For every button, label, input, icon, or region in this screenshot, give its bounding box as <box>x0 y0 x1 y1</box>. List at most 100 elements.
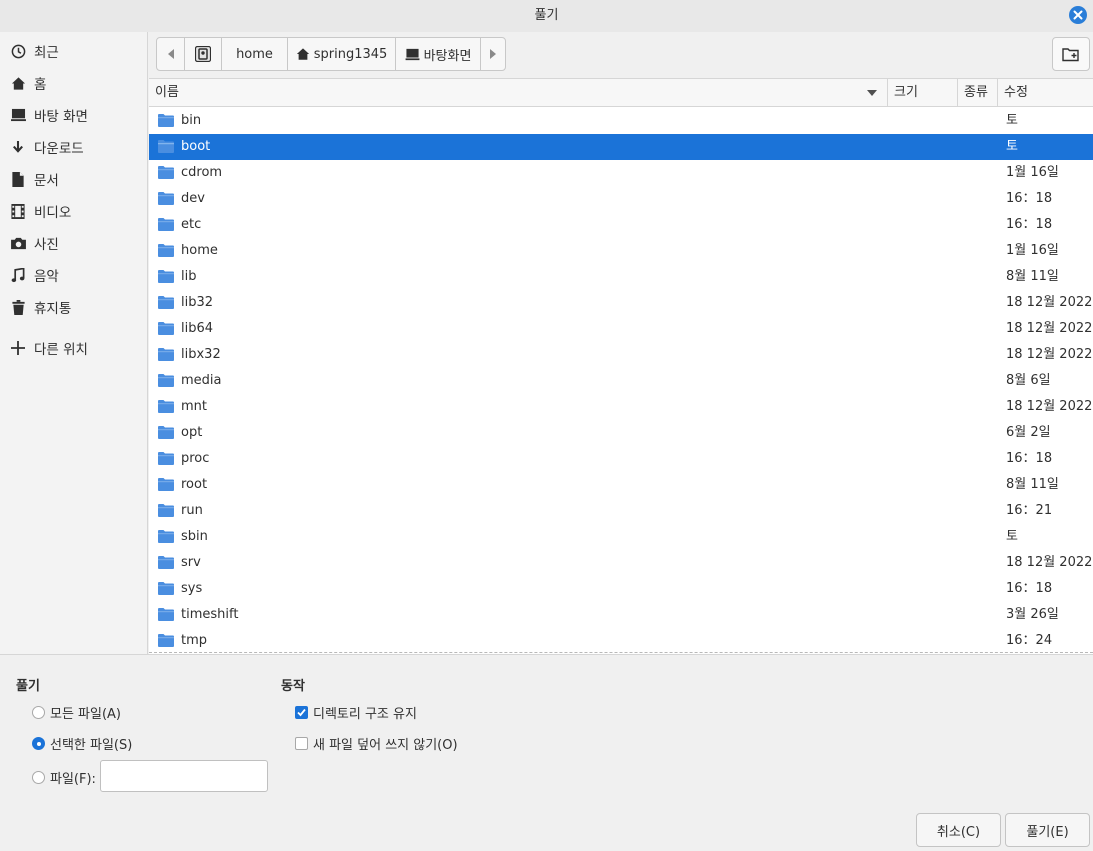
path-forward-button[interactable] <box>481 38 505 70</box>
table-row[interactable]: lib64 18 12월 2022 <box>149 316 1093 342</box>
file-name: cdrom <box>181 165 223 180</box>
file-modified: 1월 16일 <box>1006 243 1059 258</box>
path-segment-label: spring1345 <box>313 46 388 62</box>
table-row[interactable]: lib32 18 12월 2022 <box>149 290 1093 316</box>
path-segment-root[interactable] <box>185 38 222 70</box>
column-size[interactable]: 크기 <box>888 79 958 107</box>
sidebar-item-documents[interactable]: 문서 <box>0 166 147 192</box>
all-files-label: 모든 파일(A) <box>50 707 122 722</box>
plus-icon <box>10 340 26 356</box>
folder-icon <box>158 530 174 543</box>
file-modified: 3월 26일 <box>1006 607 1059 622</box>
checkbox-indicator <box>295 706 308 719</box>
table-row[interactable]: mnt 18 12월 2022 <box>149 394 1093 420</box>
sidebar-item-label: 홈 <box>34 77 47 93</box>
table-row[interactable]: boot 토 <box>149 134 1093 160</box>
path-bar: home spring1345 바탕화면 <box>156 37 506 71</box>
folder-icon <box>158 140 174 153</box>
sidebar-item-home[interactable]: 홈 <box>0 70 147 96</box>
table-row[interactable]: timeshift 3월 26일 <box>149 602 1093 628</box>
file-modified: 18 12월 2022 <box>1006 321 1093 336</box>
file-modified: 16：21 <box>1006 503 1053 518</box>
selected-files-label: 선택한 파일(S) <box>50 738 133 753</box>
no-overwrite-checkbox[interactable]: 새 파일 덮어 쓰지 않기(O) <box>295 734 458 753</box>
radio-indicator <box>32 706 45 719</box>
table-row[interactable]: sbin 토 <box>149 524 1093 550</box>
table-row[interactable]: run 16：21 <box>149 498 1093 524</box>
path-segment-label: home <box>236 46 273 62</box>
path-segment-user[interactable]: spring1345 <box>288 38 396 70</box>
table-row[interactable]: dev 16：18 <box>149 186 1093 212</box>
table-row[interactable]: tmp 16：24 <box>149 628 1093 654</box>
table-row[interactable]: opt 6월 2일 <box>149 420 1093 446</box>
sidebar-item-trash[interactable]: 휴지통 <box>0 294 147 320</box>
file-modified: 8월 6일 <box>1006 373 1051 388</box>
sidebar-item-label: 사진 <box>34 237 59 253</box>
all-files-radio[interactable]: 모든 파일(A) <box>32 703 121 722</box>
selected-files-radio[interactable]: 선택한 파일(S) <box>32 734 132 753</box>
table-row[interactable]: cdrom 1월 16일 <box>149 160 1093 186</box>
sidebar-item-other-locations[interactable]: 다른 위치 <box>0 335 147 361</box>
path-segment-home[interactable]: home <box>222 38 288 70</box>
sidebar-item-music[interactable]: 음악 <box>0 262 147 288</box>
sidebar-item-pictures[interactable]: 사진 <box>0 230 147 256</box>
table-row[interactable]: srv 18 12월 2022 <box>149 550 1093 576</box>
trash-icon <box>10 299 26 315</box>
folder-icon <box>158 166 174 179</box>
table-row[interactable]: sys 16：18 <box>149 576 1093 602</box>
table-row[interactable]: etc 16：18 <box>149 212 1093 238</box>
sidebar-item-label: 음악 <box>34 269 59 285</box>
column-header: 이름 크기 종류 수정 <box>149 79 1093 107</box>
sidebar-item-videos[interactable]: 비디오 <box>0 198 147 224</box>
table-row[interactable]: proc 16：18 <box>149 446 1093 472</box>
table-row[interactable]: home 1월 16일 <box>149 238 1093 264</box>
file-name: boot <box>181 139 211 154</box>
table-row[interactable]: media 8월 6일 <box>149 368 1093 394</box>
file-modified: 토 <box>1006 113 1018 128</box>
table-row[interactable]: libx32 18 12월 2022 <box>149 342 1093 368</box>
column-type[interactable]: 종류 <box>958 79 998 107</box>
file-name: lib <box>181 269 197 284</box>
path-segment-desktop[interactable]: 바탕화면 <box>396 38 481 70</box>
video-icon <box>10 203 26 219</box>
folder-icon <box>158 426 174 439</box>
folder-icon <box>158 634 174 647</box>
extract-button[interactable]: 풀기(E) <box>1005 813 1090 847</box>
file-modified: 1월 16일 <box>1006 165 1059 180</box>
files-pattern-input[interactable] <box>100 760 268 792</box>
file-name: opt <box>181 425 203 440</box>
table-row[interactable]: bin 토 <box>149 108 1093 134</box>
table-row[interactable]: root 8월 11일 <box>149 472 1093 498</box>
window-title: 풀기 <box>534 8 559 23</box>
cancel-button[interactable]: 취소(C) <box>916 813 1001 847</box>
files-pattern-radio[interactable]: 파일(F): <box>32 768 96 787</box>
keep-structure-checkbox[interactable]: 디렉토리 구조 유지 <box>295 703 417 722</box>
file-name: run <box>181 503 203 518</box>
file-modified: 토 <box>1006 529 1018 544</box>
radio-indicator <box>32 737 45 750</box>
music-icon <box>10 267 26 283</box>
sidebar-item-desktop[interactable]: 바탕 화면 <box>0 102 147 128</box>
actions-section-title: 동작 <box>281 679 305 694</box>
column-name[interactable]: 이름 <box>149 79 888 107</box>
sidebar-item-label: 다른 위치 <box>34 342 88 358</box>
column-size-label: 크기 <box>894 85 918 100</box>
home-icon <box>10 75 26 91</box>
clock-icon <box>10 43 26 59</box>
list-bottom-border <box>149 652 1093 653</box>
sidebar-item-downloads[interactable]: 다운로드 <box>0 134 147 160</box>
close-button[interactable] <box>1069 6 1087 24</box>
folder-icon <box>158 296 174 309</box>
file-modified: 16：18 <box>1006 581 1053 596</box>
new-folder-button[interactable] <box>1052 37 1090 71</box>
download-icon <box>10 139 26 155</box>
file-name: root <box>181 477 208 492</box>
table-row[interactable]: lib 8월 11일 <box>149 264 1093 290</box>
desktop-icon <box>10 107 26 123</box>
sidebar-item-recent[interactable]: 최근 <box>0 38 147 64</box>
path-back-button[interactable] <box>157 38 185 70</box>
folder-icon <box>158 582 174 595</box>
folder-icon <box>158 114 174 127</box>
column-modified[interactable]: 수정 <box>998 79 1093 107</box>
file-modified: 18 12월 2022 <box>1006 399 1093 414</box>
